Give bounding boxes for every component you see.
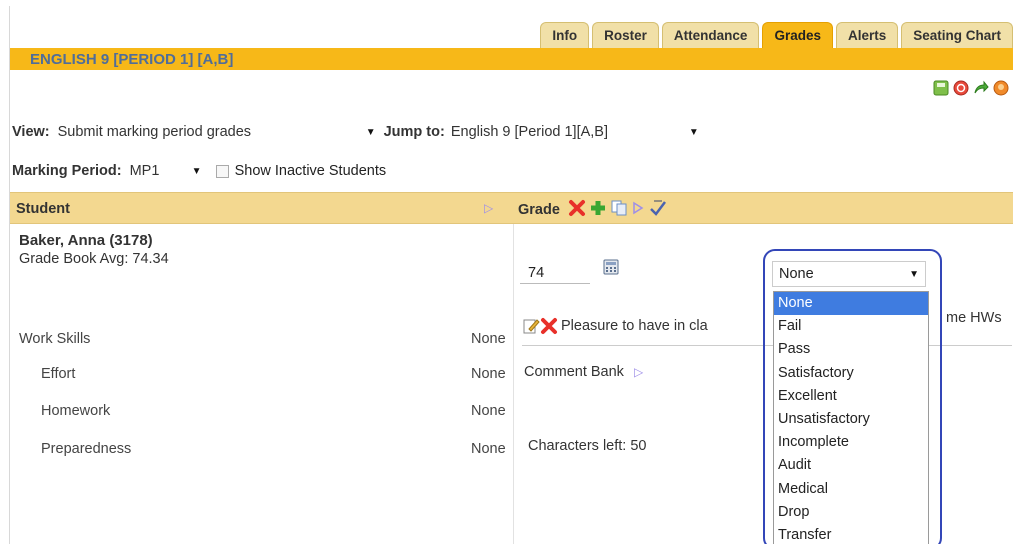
copy-icon[interactable] bbox=[610, 199, 628, 217]
chevron-down-icon: ▼ bbox=[191, 165, 202, 177]
grade-input[interactable] bbox=[520, 256, 590, 284]
skill-label-preparedness: Preparedness bbox=[41, 441, 132, 457]
show-inactive-checkbox[interactable] bbox=[215, 164, 229, 178]
marking-period-label: Marking Period: bbox=[12, 163, 122, 179]
status-option-pass[interactable]: Pass bbox=[774, 338, 928, 361]
comment-bank-arrow-icon[interactable]: ▷ bbox=[634, 365, 643, 379]
tab-attendance[interactable]: Attendance bbox=[661, 22, 760, 48]
view-row: View: Submit marking period grades ▼ Jum… bbox=[12, 121, 699, 143]
delete-comment-icon[interactable] bbox=[540, 317, 558, 335]
marking-period-value: MP1 bbox=[129, 163, 160, 179]
show-inactive-toggle[interactable]: Show Inactive Students bbox=[215, 163, 387, 179]
section-title: ENGLISH 9 [PERIOD 1] [A,B] bbox=[30, 51, 234, 68]
expand-arrow-icon[interactable]: ▷ bbox=[484, 201, 493, 215]
status-option-fail[interactable]: Fail bbox=[774, 315, 928, 338]
chevron-down-icon: ▼ bbox=[909, 268, 919, 280]
refresh-icon[interactable] bbox=[953, 80, 969, 96]
skill-value-homework[interactable]: None bbox=[471, 403, 506, 419]
student-name: Baker, Anna (3178) bbox=[19, 232, 153, 249]
marking-period-row: Marking Period: MP1 ▼ Show Inactive Stud… bbox=[12, 160, 386, 182]
next-arrow-icon[interactable] bbox=[631, 199, 645, 217]
status-option-transfer[interactable]: Transfer bbox=[774, 524, 928, 544]
delete-icon[interactable] bbox=[568, 199, 586, 217]
jump-to-label: Jump to: bbox=[383, 124, 445, 140]
status-option-unsatisfactory[interactable]: Unsatisfactory bbox=[774, 408, 928, 431]
show-inactive-label: Show Inactive Students bbox=[234, 163, 387, 179]
comment-row: Pleasure to have in cla bbox=[522, 306, 1012, 346]
toolbar-icons bbox=[933, 80, 1009, 96]
comment-bank[interactable]: Comment Bank ▷ bbox=[524, 364, 643, 380]
status-option-audit[interactable]: Audit bbox=[774, 454, 928, 477]
jump-to-select-value: English 9 [Period 1][A,B] bbox=[450, 124, 608, 140]
edit-comment-icon[interactable] bbox=[522, 317, 540, 335]
gradebook-average: Grade Book Avg: 74.34 bbox=[19, 251, 169, 267]
tab-roster[interactable]: Roster bbox=[592, 22, 659, 48]
status-option-satisfactory[interactable]: Satisfactory bbox=[774, 362, 928, 385]
tab-bar: Info Roster Attendance Grades Alerts Sea… bbox=[537, 22, 1013, 48]
tab-info[interactable]: Info bbox=[540, 22, 590, 48]
skill-value-preparedness[interactable]: None bbox=[471, 441, 506, 457]
comment-bank-label: Comment Bank bbox=[524, 364, 624, 380]
student-column-header[interactable]: Student bbox=[16, 201, 70, 217]
view-label: View: bbox=[12, 124, 50, 140]
comment-text-suffix: me HWs bbox=[946, 310, 1002, 326]
add-icon[interactable] bbox=[589, 199, 607, 217]
grid-header: Student ▷ Grade bbox=[10, 192, 1013, 224]
skill-label-homework: Homework bbox=[41, 403, 111, 419]
save-icon[interactable] bbox=[933, 80, 949, 96]
status-option-medical[interactable]: Medical bbox=[774, 478, 928, 501]
marking-period-select[interactable]: MP1 ▼ bbox=[130, 160, 202, 182]
jump-to-select[interactable]: English 9 [Period 1][A,B] ▼ bbox=[451, 121, 699, 143]
grade-tools bbox=[568, 198, 668, 218]
gradebook-panel: Info Roster Attendance Grades Alerts Sea… bbox=[9, 6, 1013, 544]
grade-column-header[interactable]: Grade bbox=[518, 202, 560, 218]
export-icon[interactable] bbox=[973, 80, 989, 96]
grade-status-dropdown: None Fail Pass Satisfactory Excellent Un… bbox=[773, 291, 929, 544]
calculator-icon[interactable] bbox=[603, 259, 619, 275]
column-divider bbox=[513, 224, 514, 544]
grade-status-value: None bbox=[779, 266, 814, 282]
comment-text: Pleasure to have in cla bbox=[561, 317, 708, 334]
skill-value-effort[interactable]: None bbox=[471, 366, 506, 382]
spell-check-icon[interactable] bbox=[648, 198, 668, 218]
skill-label-work-skills: Work Skills bbox=[19, 331, 91, 347]
skill-label-effort: Effort bbox=[41, 366, 76, 382]
section-title-bar: ENGLISH 9 [PERIOD 1] [A,B] bbox=[10, 48, 1013, 70]
characters-left: Characters left: 50 bbox=[528, 438, 647, 454]
status-option-drop[interactable]: Drop bbox=[774, 501, 928, 524]
grade-status-select[interactable]: None ▼ bbox=[772, 261, 926, 287]
chevron-down-icon: ▼ bbox=[688, 126, 699, 138]
view-select[interactable]: Submit marking period grades ▼ bbox=[58, 121, 376, 143]
tab-seating-chart[interactable]: Seating Chart bbox=[901, 22, 1013, 48]
chevron-down-icon: ▼ bbox=[365, 126, 376, 138]
status-option-excellent[interactable]: Excellent bbox=[774, 385, 928, 408]
skill-value-work-skills[interactable]: None bbox=[471, 331, 506, 347]
help-icon[interactable] bbox=[993, 80, 1009, 96]
status-option-none[interactable]: None bbox=[774, 292, 928, 316]
tab-grades[interactable]: Grades bbox=[762, 22, 833, 48]
status-option-incomplete[interactable]: Incomplete bbox=[774, 431, 928, 454]
view-select-value: Submit marking period grades bbox=[57, 124, 252, 140]
tab-alerts[interactable]: Alerts bbox=[835, 22, 899, 48]
